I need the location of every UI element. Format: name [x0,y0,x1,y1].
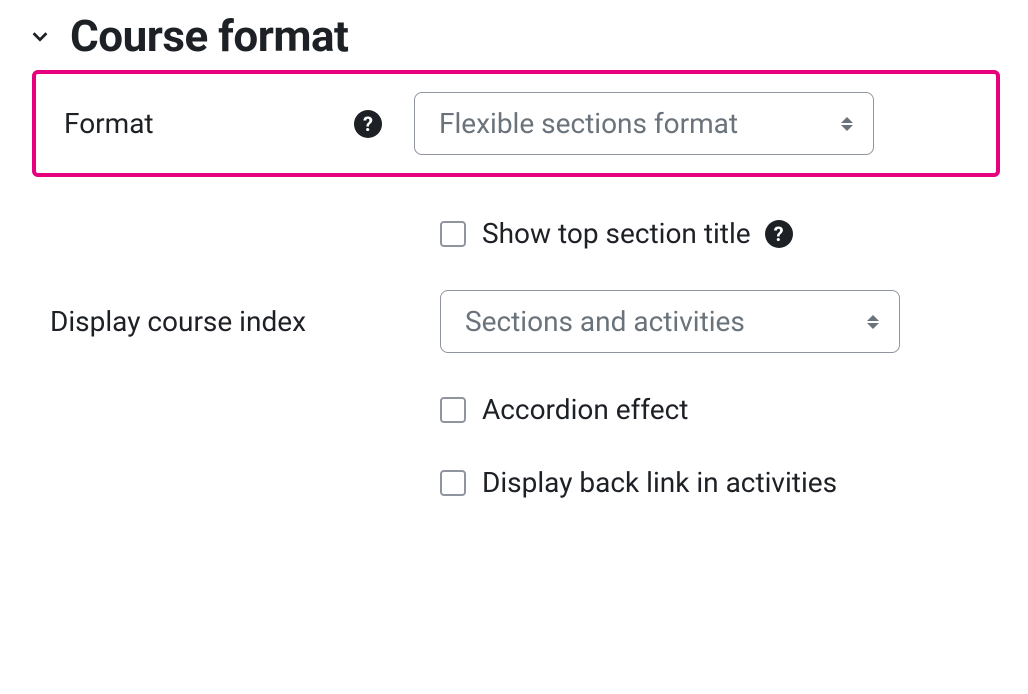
accordion-effect-row: Accordion effect [0,393,1028,426]
format-row-highlight: Format ? Flexible sections format [32,70,1000,177]
checkbox-box-icon [440,221,466,247]
format-label: Format [64,107,354,140]
show-top-section-label: Show top section title [482,217,751,250]
select-caret-icon [841,117,853,131]
show-top-section-row: Show top section title ? [0,217,1028,250]
format-select-value: Flexible sections format [439,107,738,140]
help-icon[interactable]: ? [354,110,382,138]
display-course-index-label: Display course index [50,305,440,338]
select-caret-icon [867,315,879,329]
section-header[interactable]: Course format [0,10,1028,62]
format-select[interactable]: Flexible sections format [414,92,874,155]
show-top-section-checkbox[interactable]: Show top section title [440,217,751,250]
display-course-index-select[interactable]: Sections and activities [440,290,900,353]
display-course-index-value: Sections and activities [465,305,745,338]
chevron-down-icon [28,24,52,48]
section-title: Course format [70,10,348,62]
accordion-effect-checkbox[interactable]: Accordion effect [440,393,688,426]
display-back-link-checkbox[interactable]: Display back link in activities [440,466,837,499]
display-course-index-row: Display course index Sections and activi… [0,290,1028,353]
display-back-link-label: Display back link in activities [482,466,837,499]
format-row: Format ? Flexible sections format [46,92,986,155]
display-back-link-row: Display back link in activities [0,466,1028,499]
checkbox-box-icon [440,470,466,496]
help-icon[interactable]: ? [765,220,793,248]
checkbox-box-icon [440,397,466,423]
accordion-effect-label: Accordion effect [482,393,688,426]
